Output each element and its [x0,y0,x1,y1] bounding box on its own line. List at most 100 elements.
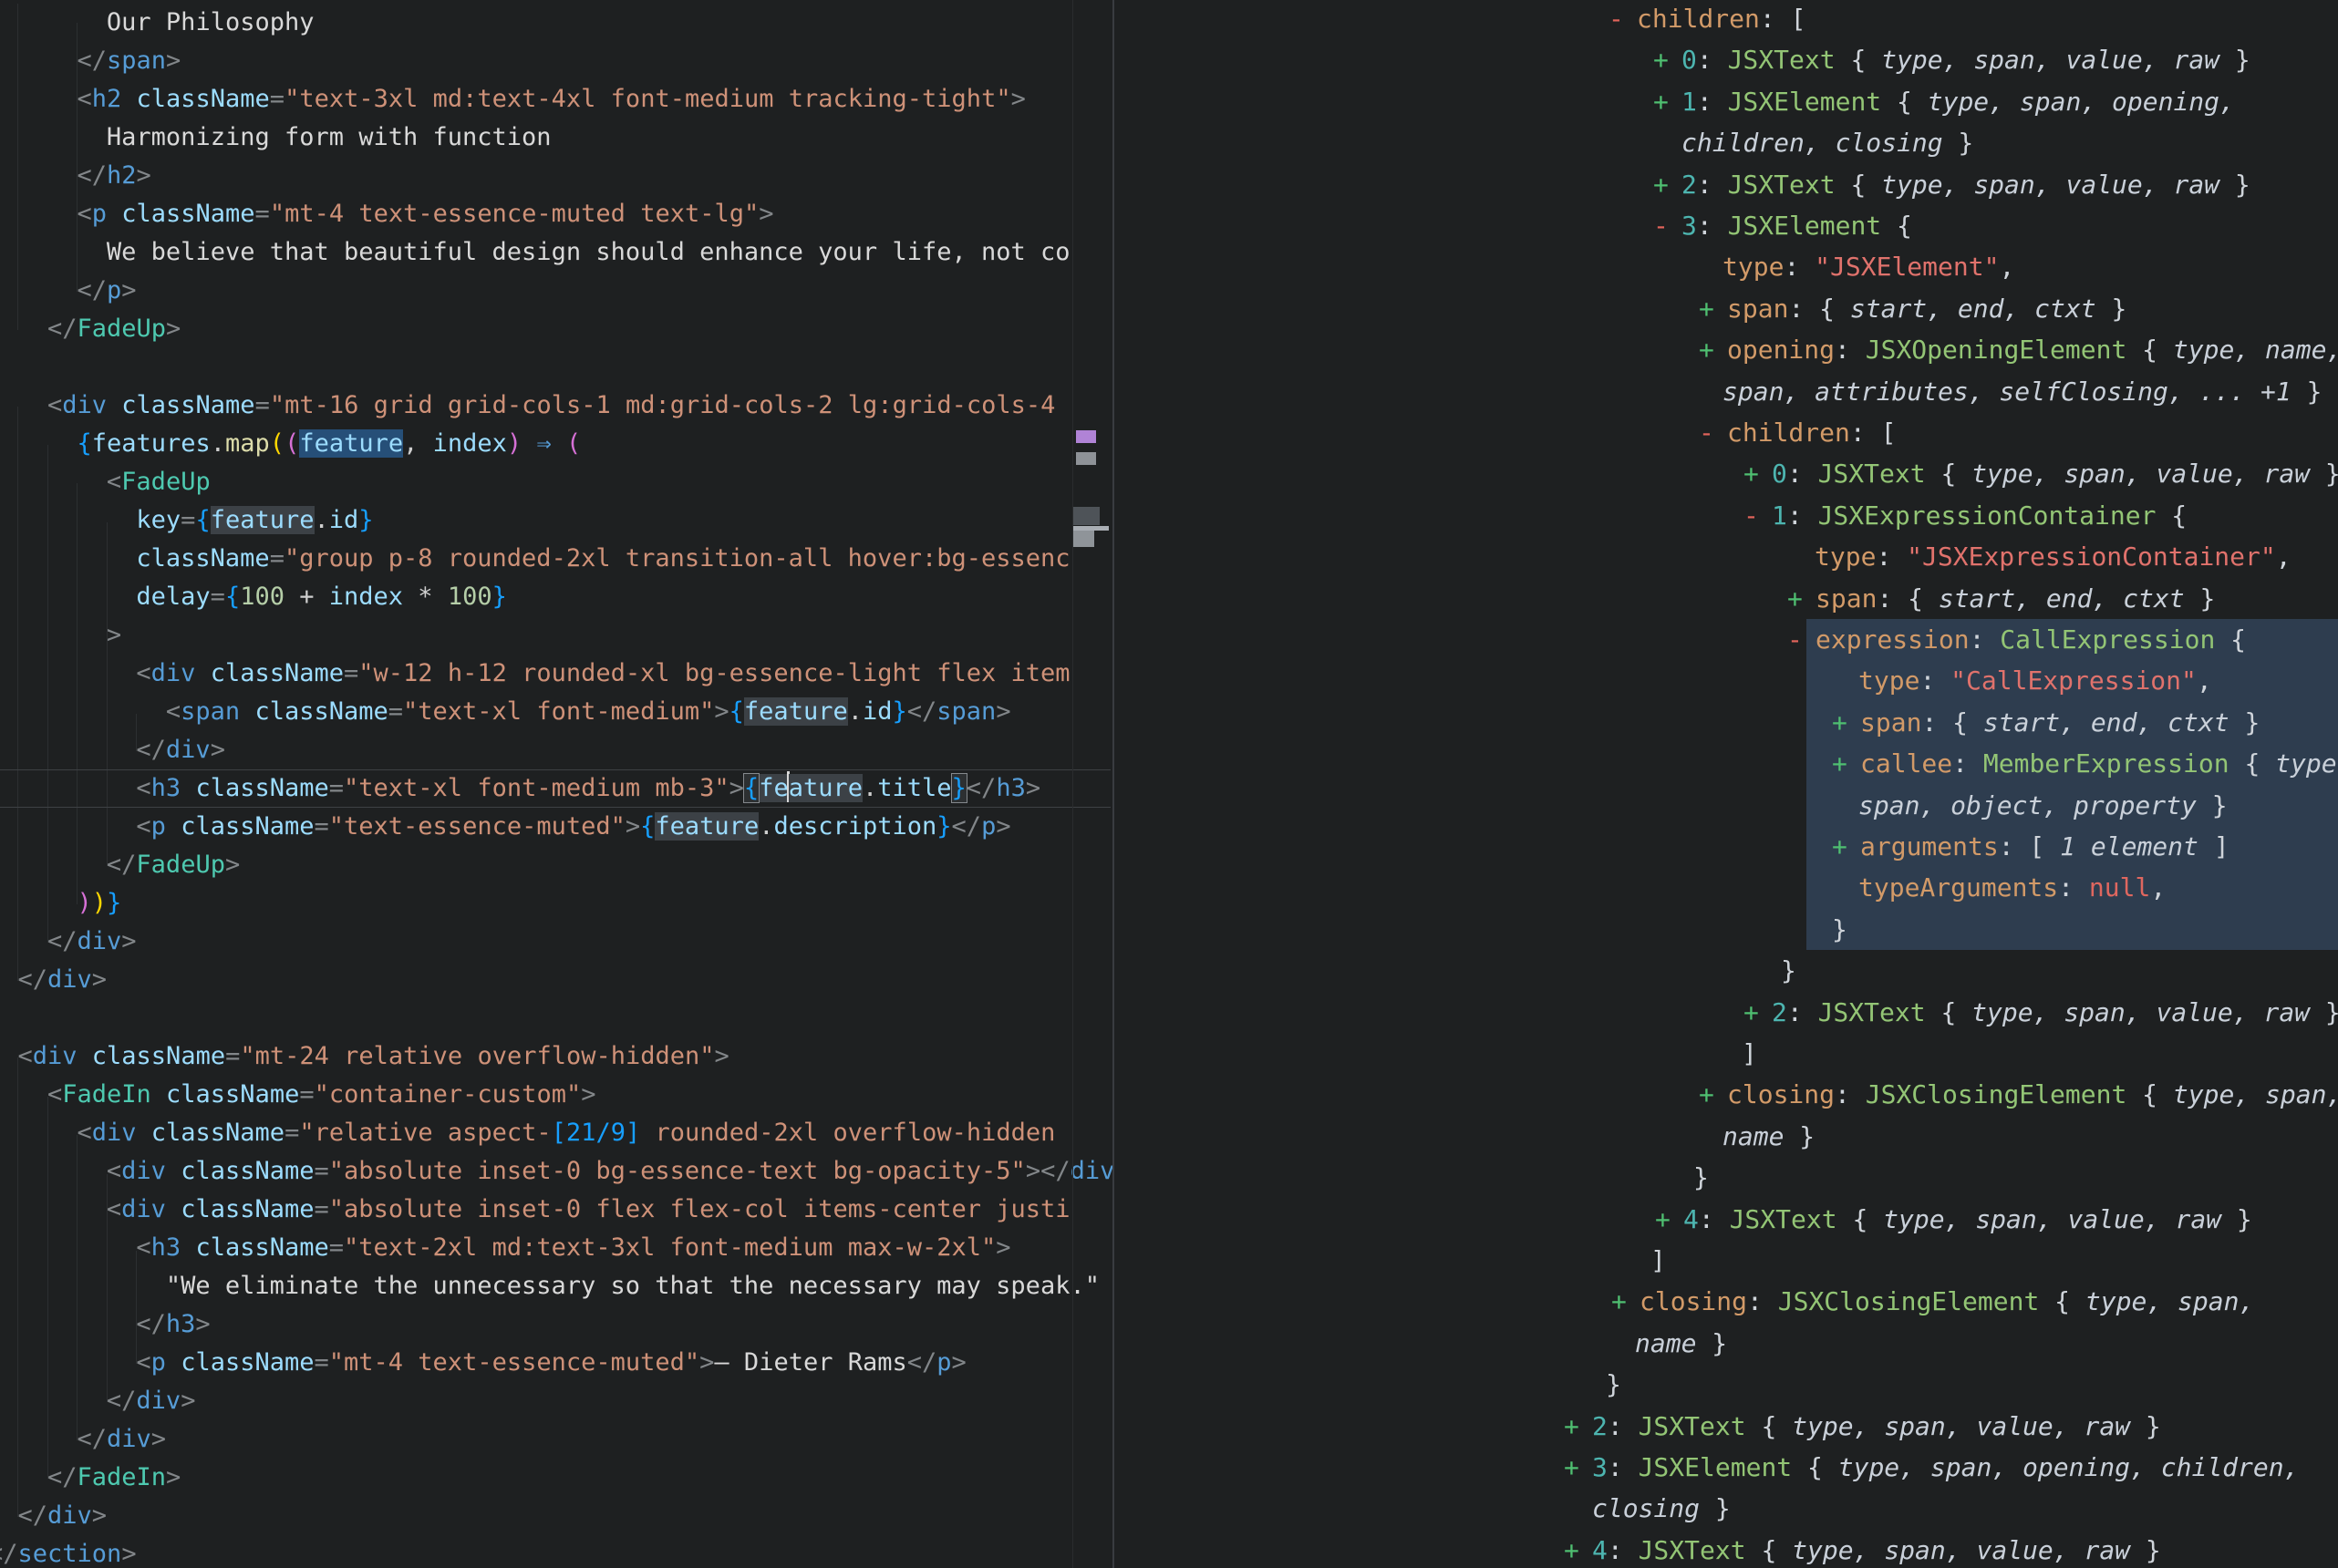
expand-toggle-icon[interactable]: + [1743,992,1772,1033]
code-line[interactable]: <p className="text-essence-muted">{featu… [136,808,1010,846]
expand-toggle-icon[interactable]: + [1564,1530,1592,1568]
code-line[interactable]: <h3 className="text-2xl md:text-3xl font… [136,1229,1010,1267]
collapse-toggle-icon[interactable]: - [1787,619,1816,660]
ast-node-row[interactable]: } [1781,950,1796,991]
ast-node-row[interactable]: ] [1742,1033,1757,1074]
ast-node-row[interactable]: closing } [1592,1488,1731,1529]
code-line[interactable]: </div> [17,1497,107,1535]
code-line[interactable]: <FadeIn className="container-custom"> [47,1076,596,1114]
expand-toggle-icon[interactable]: + [1699,288,1727,329]
ast-node-row[interactable]: name } [1722,1116,1815,1157]
expand-toggle-icon[interactable]: + [1832,702,1860,743]
ast-node-row[interactable]: +closing: JSXClosingElement { type, span… [1611,1281,2254,1322]
ast-node-row[interactable]: +arguments: [ 1 element ] [1832,826,2229,867]
expand-toggle-icon[interactable]: + [1653,164,1681,205]
expand-toggle-icon[interactable]: + [1564,1447,1592,1488]
expand-toggle-icon[interactable]: + [1611,1281,1640,1322]
code-line[interactable]: </h2> [77,157,150,195]
code-line[interactable]: <span className="text-xl font-medium">{f… [166,693,1011,731]
ast-node-row[interactable]: -children: [ [1609,0,1805,39]
ast-node-row[interactable]: -children: [ [1699,412,1896,453]
expand-toggle-icon[interactable]: + [1564,1406,1592,1447]
jsx-source-pane[interactable]: Our Philosophy</span><h2 className="text… [0,0,1112,1568]
expand-toggle-icon[interactable]: + [1787,578,1816,619]
ast-node-row[interactable]: span, object, property } [1858,785,2228,826]
ast-node-row[interactable]: } [1832,909,1847,950]
ast-node-row[interactable]: +4: JSXText { type, span, value, raw } [1564,1530,2161,1568]
code-line[interactable]: </FadeUp> [107,846,240,884]
ast-node-row[interactable]: +0: JSXText { type, span, value, raw } [1743,453,2338,494]
ast-node-row[interactable]: +0: JSXText { type, span, value, raw } [1653,39,2250,80]
expand-toggle-icon[interactable]: + [1653,81,1681,122]
overview-ruler-mark[interactable] [1076,452,1096,465]
ast-node-row[interactable]: +2: JSXText { type, span, value, raw } [1653,164,2250,205]
expand-toggle-icon[interactable]: + [1832,743,1860,784]
ast-node-row[interactable]: +4: JSXText { type, span, value, raw } [1655,1199,2252,1240]
code-line[interactable]: <div className="mt-24 relative overflow-… [17,1037,729,1076]
ast-node-row[interactable]: +span: { start, end, ctxt } [1699,288,2126,329]
code-line[interactable]: {features.map((feature, index) ⇒ ( [77,425,581,463]
ast-node-row[interactable]: +2: JSXText { type, span, value, raw } [1564,1406,2161,1447]
ast-node-row[interactable]: +span: { start, end, ctxt } [1787,578,2215,619]
code-line[interactable]: <div className="relative aspect-[21/9] r… [77,1114,1055,1152]
ast-node-row[interactable]: +1: JSXElement { type, span, opening, [1653,81,2235,122]
code-line[interactable]: </div> [77,1420,166,1459]
expand-toggle-icon[interactable]: + [1832,826,1860,867]
ast-tree-pane[interactable]: -children: [+0: JSXText { type, span, va… [1114,0,2338,1568]
overview-ruler-mark[interactable] [1072,507,1100,525]
code-line[interactable]: </div> [17,961,107,999]
collapse-toggle-icon[interactable]: - [1609,0,1637,39]
expand-toggle-icon[interactable]: + [1699,329,1727,370]
ast-node-row[interactable]: span, attributes, selfClosing, ... +1 } [1722,371,2322,412]
code-line[interactable]: key={feature.id} [136,501,373,540]
code-line[interactable]: Harmonizing form with function [107,119,552,157]
code-line[interactable]: </h3> [136,1305,210,1344]
ast-node-row[interactable]: +span: { start, end, ctxt } [1832,702,2260,743]
overview-ruler-mark[interactable] [1072,531,1094,547]
code-line[interactable]: </section> [0,1535,137,1568]
ast-node-row[interactable]: +opening: JSXOpeningElement { type, name… [1699,329,2338,370]
ast-node-row[interactable]: } [1693,1157,1709,1198]
overview-ruler-mark[interactable] [1076,430,1096,443]
code-line[interactable]: <FadeUp [107,463,211,501]
ast-node-row[interactable]: ] [1650,1240,1666,1281]
code-line[interactable]: We believe that beautiful design should … [107,233,1071,272]
expand-toggle-icon[interactable]: + [1653,39,1681,80]
ast-node-row[interactable]: -3: JSXElement { [1653,205,1912,246]
ast-node-row[interactable]: } [1606,1364,1621,1405]
code-line[interactable]: className="group p-8 rounded-2xl transit… [136,540,1070,578]
code-line[interactable]: <div className="w-12 h-12 rounded-xl bg-… [136,655,1070,693]
expand-toggle-icon[interactable]: + [1655,1199,1683,1240]
code-line[interactable]: <h2 className="text-3xl md:text-4xl font… [77,80,1025,119]
code-line[interactable]: </p> [77,272,136,310]
code-line[interactable]: <h3 className="text-xl font-medium mb-3"… [136,769,1040,808]
code-line[interactable]: </div> [107,1382,196,1420]
ast-node-row[interactable]: name } [1635,1323,1727,1364]
code-line[interactable]: </div> [47,923,137,961]
ast-node-row[interactable]: +2: JSXText { type, span, value, raw } [1743,992,2338,1033]
expand-toggle-icon[interactable]: + [1743,453,1772,494]
collapse-toggle-icon[interactable]: - [1699,412,1727,453]
code-line[interactable]: </div> [136,731,225,769]
code-line[interactable]: <p className="mt-4 text-essence-muted">—… [136,1344,966,1382]
code-line[interactable]: </span> [77,42,181,80]
ast-node-row[interactable]: +closing: JSXClosingElement { type, span… [1699,1074,2338,1115]
ast-node-row[interactable]: -1: JSXExpressionContainer { [1743,495,2187,536]
ast-node-row[interactable]: type: "JSXElement", [1722,246,2014,287]
code-line[interactable]: "We eliminate the unnecessary so that th… [166,1267,1100,1305]
ast-node-row[interactable]: type: "CallExpression", [1858,660,2212,701]
ast-node-row[interactable]: +3: JSXElement { type, span, opening, ch… [1564,1447,2299,1488]
ast-node-row[interactable]: +callee: MemberExpression { type, [1832,743,2338,784]
code-line[interactable]: Our Philosophy [107,4,315,42]
code-line[interactable]: > [107,616,121,655]
code-line[interactable]: <div className="mt-16 grid grid-cols-1 m… [47,387,1055,425]
code-line[interactable]: <div className="absolute inset-0 flex fl… [107,1191,1071,1229]
collapse-toggle-icon[interactable]: - [1653,205,1681,246]
collapse-toggle-icon[interactable]: - [1743,495,1772,536]
ast-node-row[interactable]: children, closing } [1681,122,1973,163]
code-line[interactable]: ))} [77,884,121,923]
ast-node-row[interactable]: typeArguments: null, [1858,867,2166,908]
ast-node-row[interactable]: type: "JSXExpressionContainer", [1815,536,2291,577]
code-line[interactable]: </FadeUp> [47,310,181,348]
code-line[interactable]: </FadeIn> [47,1459,181,1497]
